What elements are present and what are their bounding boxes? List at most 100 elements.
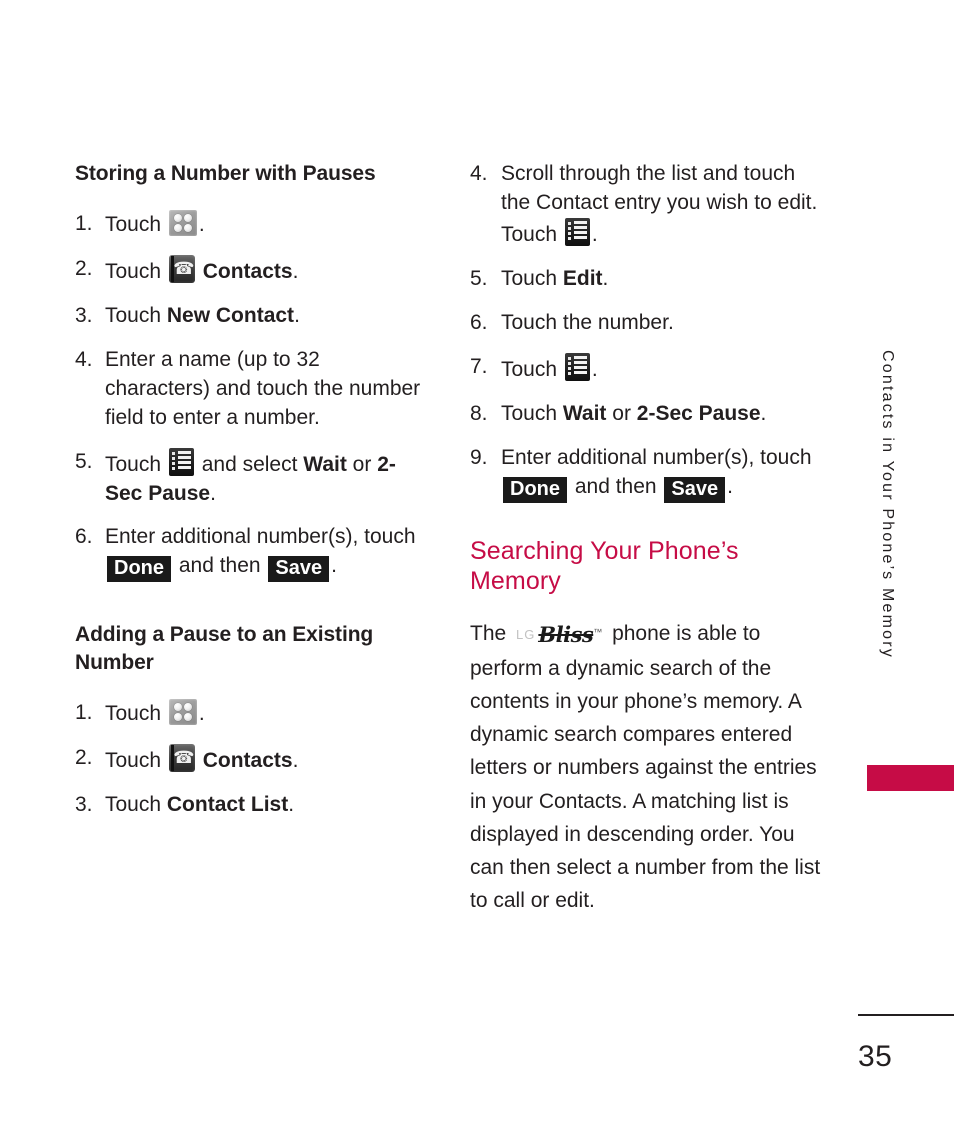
step-emphasis: Contacts [202, 748, 293, 772]
grid-icon [168, 209, 197, 236]
side-tab-chapter-label: Contacts in Your Phone’s Memory [879, 350, 896, 659]
step-number: 1. [75, 700, 93, 724]
step-text: Touch the number. [501, 310, 674, 334]
step-text-tail: . [727, 474, 733, 498]
step-number: 6. [75, 525, 93, 549]
step-item: 6. Touch the number. [470, 309, 822, 338]
step-emphasis: Wait [562, 401, 607, 425]
step-text-tail: . [591, 222, 598, 246]
step-text: Touch [105, 303, 167, 327]
save-button-badge[interactable]: Save [664, 476, 726, 503]
step-text-tail: . [591, 357, 598, 381]
step-text-tail: . [198, 212, 205, 236]
step-text: Touch [105, 748, 167, 772]
step-item: 5. Touch Edit. [470, 265, 822, 294]
step-text: Touch [105, 701, 167, 725]
step-item: 4. Enter a name (up to 32 characters) and… [75, 346, 427, 433]
step-number: 4. [75, 347, 93, 371]
step-item: 8. Touch Wait or 2-Sec Pause. [470, 400, 822, 429]
steps-list-storing-number: 1. Touch . 2. Touch ☎ Contacts. 3. Touch Ne… [75, 209, 427, 583]
trademark-symbol: ™ [593, 626, 603, 637]
grid-icon [168, 698, 197, 725]
save-button-badge[interactable]: Save [268, 556, 330, 583]
step-emphasis-2: 2-Sec Pause [636, 401, 761, 425]
step-number: 5. [470, 266, 488, 290]
step-text: Touch [105, 452, 167, 476]
list-menu-icon [564, 352, 590, 381]
step-text-tail: . [294, 303, 300, 327]
step-item: 1. Touch . [75, 698, 427, 729]
step-number: 3. [75, 792, 93, 816]
step-number: 4. [470, 162, 488, 185]
step-item: 3. Touch New Contact. [75, 302, 427, 331]
done-button-badge[interactable]: Done [107, 556, 171, 583]
step-number: 2. [75, 745, 93, 769]
step-item: 6. Enter additional number(s), touch Done… [75, 523, 427, 583]
page-number: 35 [858, 1040, 893, 1073]
step-emphasis: New Contact [166, 303, 295, 327]
list-menu-icon [564, 217, 590, 246]
paragraph-body: phone is able to perform a dynamic searc… [470, 621, 821, 913]
step-item: 3. Touch Contact List. [75, 791, 427, 820]
step-text: Scroll through the list and touch the Co… [501, 162, 818, 246]
step-item: 9. Enter additional number(s), touch Done… [470, 444, 822, 503]
step-text: Touch [501, 266, 563, 290]
step-text-tail: . [292, 748, 299, 772]
step-number: 5. [75, 449, 93, 473]
step-text: Touch [105, 259, 167, 283]
step-text: Touch [501, 401, 563, 425]
section-heading-storing-number-with-pauses: Storing a Number with Pauses [75, 162, 376, 185]
step-text-mid: and then [569, 474, 663, 498]
steps-list-adding-pause: 1. Touch . 2. Touch ☎ Contacts. 3. Touch Co… [75, 698, 427, 820]
step-item: 2. Touch ☎ Contacts. [75, 254, 427, 287]
section-heading-adding-pause-existing-number: Adding a Pause to an Existing Number [75, 623, 374, 675]
step-text-tail: . [292, 259, 299, 283]
list-menu-icon [168, 447, 194, 476]
step-number: 6. [470, 310, 488, 334]
step-text: Touch [105, 212, 167, 236]
done-button-badge[interactable]: Done [503, 476, 567, 503]
step-text: Enter additional number(s), touch [105, 525, 416, 549]
lg-bliss-logo: LG Bliss™ [516, 618, 602, 652]
step-text-tail: . [198, 701, 205, 725]
side-tab-marker [867, 765, 954, 791]
step-emphasis: Contact List [166, 792, 289, 816]
step-item: 7. Touch . [470, 352, 822, 385]
step-number: 2. [75, 256, 93, 280]
step-item: 1. Touch . [75, 209, 427, 240]
step-item: 5. Touch and select Wait or 2-Sec Pause. [75, 447, 427, 509]
contacts-phone-icon: ☎ [168, 743, 195, 772]
step-emphasis: Wait [303, 452, 347, 476]
step-emphasis: Edit [562, 266, 603, 290]
searching-memory-paragraph: The LG Bliss™ phone is able to perform a … [470, 617, 822, 918]
manual-page: Storing a Number with Pauses 1. Touch . 2… [0, 0, 954, 1145]
step-text-tail: . [602, 266, 609, 290]
step-item: 4. Scroll through the list and touch the … [470, 160, 822, 250]
steps-list-continued: 4. Scroll through the list and touch the … [470, 160, 822, 503]
step-number: 8. [470, 401, 488, 425]
left-column: Storing a Number with Pauses 1. Touch . 2… [75, 160, 427, 820]
step-text-mid2: or [346, 452, 378, 476]
step-text-tail: . [210, 481, 216, 505]
step-text: Touch [501, 357, 563, 381]
section-heading-searching-phone-memory: Searching Your Phone’s Memory [470, 536, 739, 596]
step-text-tail: . [760, 401, 767, 425]
lg-wordmark: LG [516, 626, 536, 642]
right-column: 4. Scroll through the list and touch the … [470, 160, 822, 917]
step-text-tail: . [331, 554, 337, 578]
step-text-mid: and then [173, 554, 267, 578]
step-text-mid: and select [195, 452, 304, 476]
bliss-wordmark: Bliss [538, 621, 594, 647]
step-text: Touch [105, 792, 167, 816]
step-item: 2. Touch ☎ Contacts. [75, 743, 427, 776]
footer-divider [858, 1014, 954, 1016]
step-text-tail: . [288, 792, 295, 816]
contacts-phone-icon: ☎ [168, 254, 195, 283]
step-number: 9. [470, 445, 488, 469]
step-number: 3. [75, 303, 93, 327]
step-text: Enter a name (up to 32 characters) and t… [105, 347, 421, 429]
paragraph-lead: The [470, 621, 513, 645]
step-number: 7. [470, 354, 488, 378]
step-text: Enter additional number(s), touch [501, 445, 812, 469]
step-text-mid: or [606, 401, 637, 425]
